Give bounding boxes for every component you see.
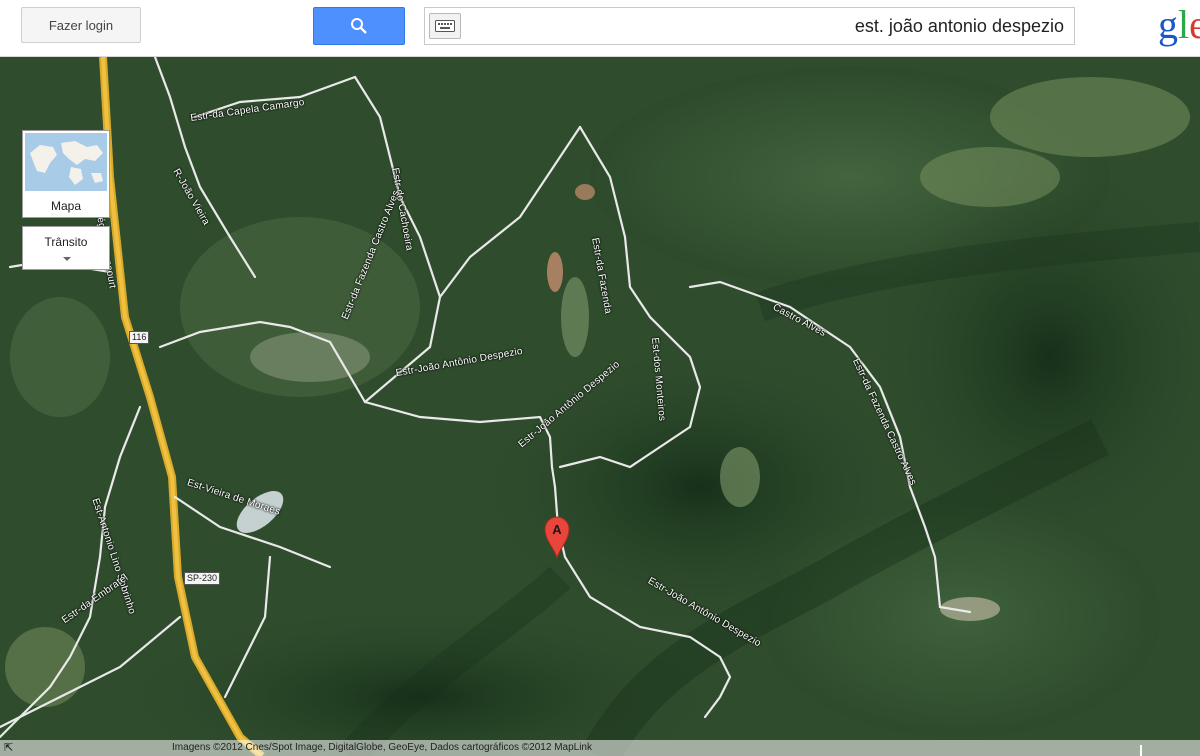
logo: gle bbox=[1158, 2, 1200, 47]
map-type-toggle[interactable]: Mapa bbox=[22, 130, 110, 218]
marker-label: A bbox=[552, 522, 562, 537]
traffic-dropdown[interactable]: Trânsito bbox=[22, 226, 110, 270]
attribution-text: Imagens ©2012 Cnes/Spot Image, DigitalGl… bbox=[172, 742, 592, 753]
search-button[interactable] bbox=[313, 7, 405, 45]
highway-shield: SP-230 bbox=[184, 572, 221, 585]
location-marker[interactable]: A bbox=[543, 515, 571, 559]
highway-shield: 116 bbox=[129, 331, 150, 344]
map-thumbnail bbox=[25, 133, 107, 191]
top-bar: Fazer login est. joão antonio despezio g… bbox=[0, 0, 1200, 57]
login-button[interactable]: Fazer login bbox=[21, 7, 141, 43]
traffic-label: Trânsito bbox=[44, 235, 88, 249]
map-type-label: Mapa bbox=[50, 199, 82, 213]
search-query-text: est. joão antonio despezio bbox=[854, 16, 1064, 36]
search-icon bbox=[351, 18, 367, 34]
chevron-down-icon bbox=[63, 257, 71, 261]
satellite-terrain bbox=[0, 57, 1200, 756]
search-input[interactable]: est. joão antonio despezio bbox=[424, 7, 1075, 45]
satellite-map[interactable]: Estr-da Capela Camargo R-João Vieira Est… bbox=[0, 57, 1200, 756]
attribution-bar: ⇱ Imagens ©2012 Cnes/Spot Image, Digital… bbox=[0, 740, 1200, 756]
expand-arrow-icon[interactable]: ⇱ bbox=[4, 741, 13, 754]
keyboard-icon[interactable] bbox=[429, 13, 461, 39]
